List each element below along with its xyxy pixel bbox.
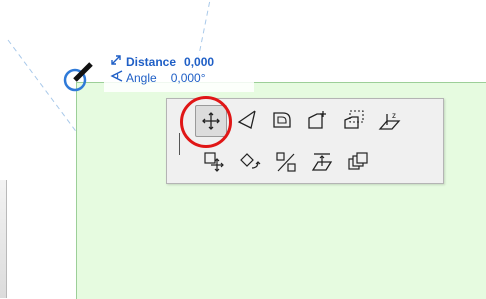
rotate-copy-button[interactable] — [235, 147, 265, 177]
elevate-icon — [311, 153, 333, 171]
distance-icon — [110, 54, 126, 69]
highlight-circle — [180, 96, 232, 148]
elevation-button[interactable]: z — [375, 105, 405, 135]
offset-all-edges-icon — [344, 110, 364, 129]
offset-edge-button[interactable] — [303, 105, 333, 135]
tracker-distance-row: Distance 0,000 — [110, 54, 214, 69]
drag-copy-button[interactable] — [199, 147, 229, 177]
tracker-angle-row: Angle 0,000° — [110, 70, 206, 85]
distance-label: Distance — [126, 54, 177, 69]
palette-divider — [179, 133, 180, 155]
mirror-button[interactable] — [271, 147, 301, 177]
svg-text:z: z — [392, 111, 396, 120]
drawing-canvas[interactable]: Distance 0,000 Angle 0,000° z — [0, 0, 486, 299]
rotate-icon — [237, 110, 256, 129]
fillet-button[interactable] — [267, 105, 297, 135]
mirror-icon — [276, 152, 296, 172]
offset-all-edges-button[interactable] — [339, 105, 369, 135]
multiply-button[interactable] — [343, 147, 373, 177]
angle-label: Angle — [126, 70, 157, 85]
distance-value[interactable]: 0,000 — [184, 55, 214, 69]
left-panel-edge — [0, 180, 7, 298]
angle-value[interactable]: 0,000° — [171, 71, 206, 85]
elevation-icon: z — [378, 111, 401, 130]
drag-copy-icon — [204, 152, 224, 172]
rotate-copy-icon — [240, 153, 261, 169]
multiply-icon — [348, 152, 368, 170]
fillet-icon — [273, 112, 291, 128]
elevate-button[interactable] — [307, 147, 337, 177]
offset-edge-icon — [308, 111, 326, 129]
rotate-button[interactable] — [231, 105, 261, 135]
angle-icon — [110, 70, 126, 85]
coordinate-tracker: Distance 0,000 Angle 0,000° — [104, 52, 254, 92]
pencil-cursor-icon — [63, 62, 93, 92]
